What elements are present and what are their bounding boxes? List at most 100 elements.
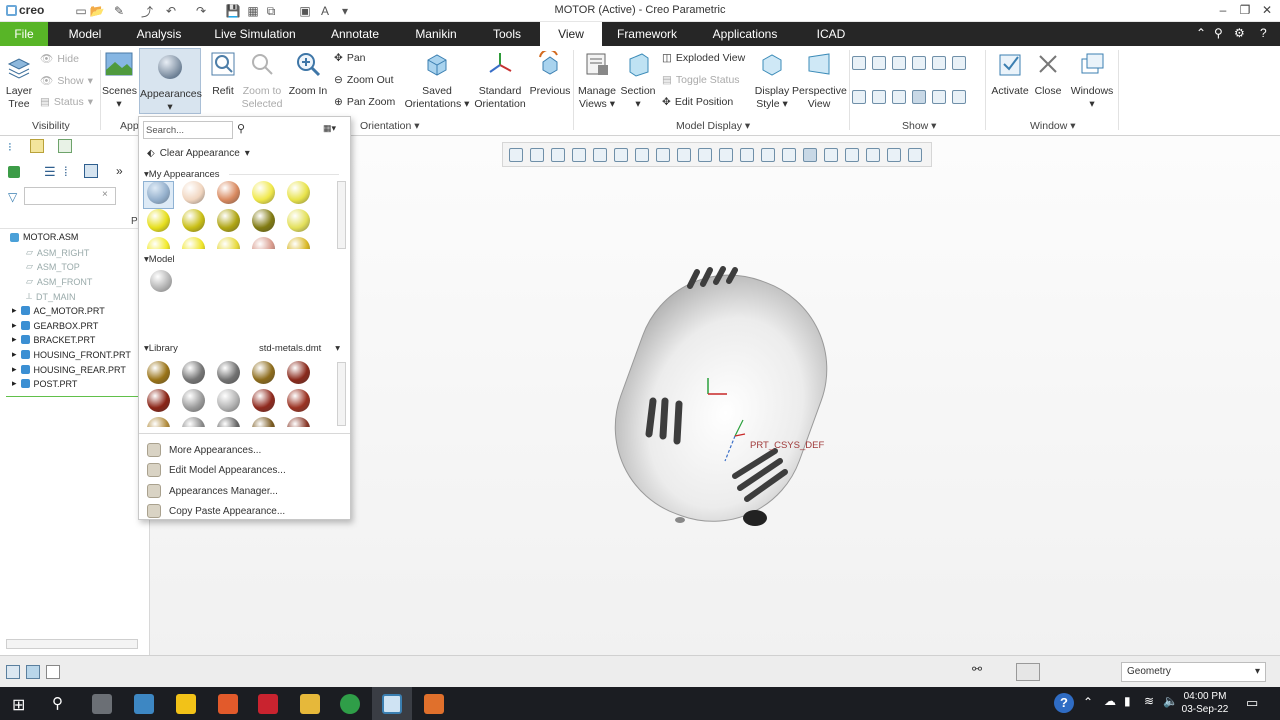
layer-tree-button[interactable]: Layer Tree	[2, 54, 36, 111]
toggle-status-button[interactable]: ▤ Toggle Status	[662, 74, 740, 86]
maximize-button[interactable]: ❐	[1234, 3, 1256, 19]
appearance-icon[interactable]	[740, 148, 754, 162]
plane-tag-icon[interactable]	[852, 90, 866, 104]
edit-position-button[interactable]: ✥ Edit Position	[662, 96, 733, 108]
library-swatch[interactable]	[217, 389, 240, 412]
expand-icon[interactable]: ▸	[12, 334, 17, 345]
model-heading[interactable]: ▾Model	[144, 254, 175, 265]
section-icon[interactable]	[698, 148, 712, 162]
tab-view[interactable]: View	[540, 22, 602, 46]
tab-manikin[interactable]: Manikin	[408, 22, 464, 46]
tree-item-part[interactable]: ▸ GEARBOX.PRT	[12, 320, 98, 331]
model-tree-tab-icon[interactable]: ⁝	[8, 140, 12, 154]
tree-item-part[interactable]: ▸ POST.PRT	[12, 378, 77, 389]
library-swatch[interactable]	[182, 361, 205, 384]
status-button[interactable]: ▤ Status ▾	[40, 96, 93, 108]
zoom-out-icon[interactable]	[551, 148, 565, 162]
tree-root[interactable]: MOTOR.ASM	[10, 232, 78, 242]
display-style-button[interactable]: Display Style ▾	[752, 50, 792, 111]
show-list-icon[interactable]	[84, 164, 98, 178]
spin-tag-icon[interactable]	[932, 90, 946, 104]
repaint-icon[interactable]	[572, 148, 586, 162]
chevron-up-icon[interactable]: ⌃	[1083, 695, 1093, 709]
library-swatch[interactable]	[182, 389, 205, 412]
expand-icon[interactable]: ▸	[12, 349, 17, 360]
expand-icon[interactable]: ▸	[12, 320, 17, 331]
annotations-icon[interactable]	[719, 148, 733, 162]
hide-button[interactable]: 👁 Hide	[40, 52, 79, 66]
axis-tag-icon[interactable]	[872, 90, 886, 104]
tree-item-datum[interactable]: ▱ ASM_FRONT	[26, 276, 92, 287]
datum-planes-icon[interactable]	[761, 148, 775, 162]
brave-browser-icon[interactable]	[218, 694, 238, 714]
axis-display-icon[interactable]	[872, 56, 886, 70]
plane-display-icon[interactable]	[852, 56, 866, 70]
tree-item-part[interactable]: ▸ BRACKET.PRT	[12, 334, 95, 345]
tab-analysis[interactable]: Analysis	[130, 22, 188, 46]
speaker-icon[interactable]: 🔈	[1163, 694, 1178, 708]
previous-button[interactable]: Previous	[528, 50, 572, 98]
battery-icon[interactable]: ▮	[1124, 694, 1131, 708]
csys-tags-icon[interactable]	[908, 148, 922, 162]
pan-button[interactable]: ✥ Pan	[334, 52, 366, 64]
tab-framework[interactable]: Framework	[612, 22, 682, 46]
exploded-view-button[interactable]: ◫ Exploded View	[662, 52, 745, 64]
wifi-icon[interactable]: ≋	[1144, 694, 1154, 708]
gallery-options-icon[interactable]: ▦▾	[323, 123, 336, 134]
tab-tools[interactable]: Tools	[484, 22, 530, 46]
tab-icad[interactable]: ICAD	[806, 22, 856, 46]
appearances-button[interactable]: Appearances ▾	[139, 48, 202, 114]
library-swatch[interactable]	[217, 417, 240, 427]
appearances-manager-item[interactable]: Appearances Manager...	[147, 484, 278, 498]
settings-icon[interactable]: ⚙	[1234, 26, 1245, 40]
tree-item-datum[interactable]: ▱ ASM_RIGHT	[26, 247, 89, 258]
search-icon[interactable]: ⚲	[52, 694, 63, 712]
filter-icon[interactable]: ▽	[8, 190, 17, 204]
library-swatch[interactable]	[217, 361, 240, 384]
pan-zoom-button[interactable]: ⊕ Pan Zoom	[334, 96, 395, 108]
appearance-swatch[interactable]	[252, 209, 275, 232]
horizontal-scrollbar[interactable]	[6, 639, 138, 649]
selection-filter-icon[interactable]	[1016, 663, 1040, 681]
windows-button[interactable]: Windows ▾	[1068, 50, 1116, 111]
full-screen-icon[interactable]	[46, 665, 60, 679]
folder-browser-tab-icon[interactable]	[30, 139, 44, 153]
point-tag-icon[interactable]	[892, 90, 906, 104]
tree-item-part[interactable]: ▸ HOUSING_FRONT.PRT	[12, 349, 131, 360]
refit-button[interactable]: Refit	[206, 50, 240, 98]
edit-model-appearances-item[interactable]: Edit Model Appearances...	[147, 463, 286, 477]
clock[interactable]: 04:00 PM 03-Sep-22	[1180, 690, 1230, 716]
saved-orientations-button[interactable]: Saved Orientations ▾	[404, 50, 470, 111]
sketch-display-icon[interactable]	[952, 90, 966, 104]
point-display-icon[interactable]	[892, 56, 906, 70]
library-swatch[interactable]	[147, 417, 170, 427]
minimize-button[interactable]: –	[1212, 3, 1234, 19]
datum-points-icon[interactable]	[803, 148, 817, 162]
calculator-icon[interactable]	[92, 694, 112, 714]
motor-housing-model[interactable]	[605, 266, 835, 536]
expand-icon[interactable]: ▸	[12, 364, 17, 375]
tab-applications[interactable]: Applications	[704, 22, 786, 46]
tree-item-datum[interactable]: ⟂ DT_MAIN	[26, 291, 76, 302]
appearance-swatch[interactable]	[182, 181, 205, 204]
appearance-swatch[interactable]	[147, 209, 170, 232]
close-window-button[interactable]: Close	[1032, 50, 1064, 98]
expand-icon[interactable]: ▸	[12, 378, 17, 389]
clear-appearance-button[interactable]: ⬖ Clear Appearance ▾	[147, 148, 250, 159]
more-options-icon[interactable]: »	[116, 164, 123, 178]
notifications-icon[interactable]: ▭	[1246, 695, 1258, 711]
section-button[interactable]: Section ▾	[618, 50, 658, 111]
collapse-ribbon-icon[interactable]: ⌃	[1196, 26, 1206, 40]
activate-button[interactable]: Activate	[988, 50, 1032, 98]
tree-filters-icon[interactable]: ☰	[44, 164, 56, 180]
appearance-search-input[interactable]: Search...	[143, 121, 233, 139]
refit-icon[interactable]	[509, 148, 523, 162]
csys-display-icon[interactable]	[912, 56, 926, 70]
scenes-button[interactable]: Scenes ▾	[102, 50, 137, 111]
tab-annotate[interactable]: Annotate	[323, 22, 387, 46]
file-explorer-icon[interactable]	[300, 694, 320, 714]
appearance-swatch[interactable]	[182, 209, 205, 232]
appearance-swatch[interactable]	[217, 209, 240, 232]
creo-taskbar-icon[interactable]	[382, 694, 402, 714]
zoom-out-button[interactable]: ⊖ Zoom Out	[334, 74, 394, 86]
